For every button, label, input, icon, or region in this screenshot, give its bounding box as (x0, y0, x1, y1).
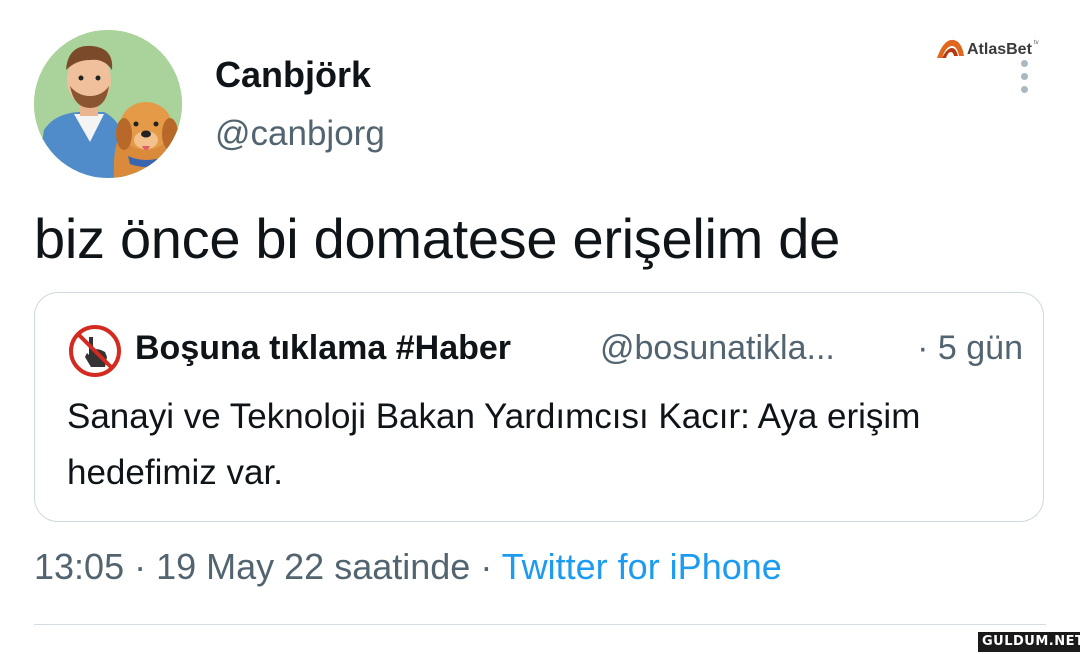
tweet-time[interactable]: 13:05 (34, 546, 124, 587)
tweet-meta: 13:05 · 19 May 22 saatinde · Twitter for… (34, 546, 782, 588)
meta-separator: · (470, 546, 502, 587)
atlasbet-watermark: AtlasBet tv (934, 34, 1044, 62)
divider (34, 624, 1046, 625)
user-handle[interactable]: @canbjorg (215, 114, 385, 154)
atlasbet-text: AtlasBet (967, 41, 1033, 58)
display-name[interactable]: Canbjörk (215, 54, 371, 96)
quoted-user-handle[interactable]: @bosunatikla... (600, 329, 835, 368)
guldum-watermark: GULDUM.NET (978, 632, 1080, 652)
more-vertical-icon[interactable] (1016, 60, 1032, 94)
tweet-date[interactable]: 19 May 22 saatinde (156, 546, 470, 587)
atlasbet-sup: tv (1034, 40, 1039, 46)
quoted-tweet-card[interactable]: Boşuna tıklama #Haber @bosunatikla... · … (34, 292, 1044, 522)
tweet-text: biz önce bi domatese erişelim de (34, 207, 840, 270)
quoted-tweet-age[interactable]: · 5 gün (917, 329, 1023, 368)
quoted-tweet-text: Sanayi ve Teknoloji Bakan Yardımcısı Kac… (67, 397, 921, 492)
avatar[interactable] (34, 30, 182, 178)
quoted-display-name[interactable]: Boşuna tıklama #Haber (135, 329, 511, 368)
no-click-hand-icon[interactable] (67, 323, 123, 379)
meta-separator: · (124, 546, 157, 587)
tweet-source-link[interactable]: Twitter for iPhone (502, 546, 782, 587)
